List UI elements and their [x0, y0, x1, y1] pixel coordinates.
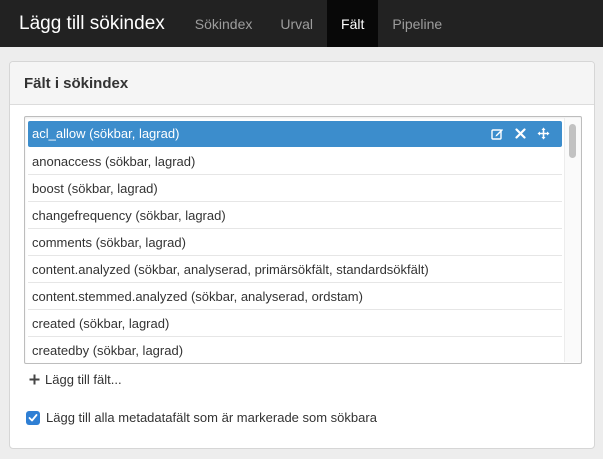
list-item-label: content.stemmed.analyzed (sökbar, analys… — [32, 288, 363, 304]
panel-title: Fält i sökindex — [10, 62, 594, 105]
field-rows: acl_allow (sökbar, lagrad) anonaccess (s… — [28, 121, 562, 363]
list-item-label: anonaccess (sökbar, lagrad) — [32, 153, 196, 169]
tab-pipeline[interactable]: Pipeline — [378, 0, 456, 47]
scrollbar-thumb[interactable] — [569, 124, 576, 158]
metadata-option: Lägg till alla metadatafält som är marke… — [26, 410, 377, 425]
metadata-checkbox-label[interactable]: Lägg till alla metadatafält som är marke… — [46, 410, 377, 425]
tab-falt[interactable]: Fält — [327, 0, 379, 47]
list-item-label: acl_allow (sökbar, lagrad) — [32, 126, 180, 141]
list-item-label: created (sökbar, lagrad) — [32, 315, 170, 331]
list-item[interactable]: createdby (sökbar, lagrad) — [28, 337, 562, 363]
list-item-label: content.analyzed (sökbar, analyserad, pr… — [32, 261, 429, 277]
edit-icon[interactable] — [491, 127, 504, 140]
list-item[interactable]: content.analyzed (sökbar, analyserad, pr… — [28, 256, 562, 283]
list-item[interactable]: created (sökbar, lagrad) — [28, 310, 562, 337]
check-icon — [28, 413, 38, 421]
list-item[interactable]: boost (sökbar, lagrad) — [28, 175, 562, 202]
move-icon[interactable] — [537, 127, 550, 140]
tab-sokindex[interactable]: Sökindex — [183, 0, 267, 47]
add-field-label: Lägg till fält... — [45, 372, 122, 387]
plus-icon — [29, 374, 40, 385]
list-item-label: changefrequency (sökbar, lagrad) — [32, 207, 226, 223]
app-title: Lägg till sökindex — [19, 12, 165, 34]
list-item[interactable]: anonaccess (sökbar, lagrad) — [28, 148, 562, 175]
close-icon[interactable] — [515, 128, 526, 139]
list-item[interactable]: comments (sökbar, lagrad) — [28, 229, 562, 256]
field-list[interactable]: acl_allow (sökbar, lagrad) anonaccess (s… — [24, 116, 582, 364]
metadata-checkbox[interactable] — [26, 410, 40, 425]
navbar: Lägg till sökindex Sökindex Urval Fält P… — [0, 0, 603, 47]
tab-urval[interactable]: Urval — [266, 0, 327, 47]
list-item[interactable]: content.stemmed.analyzed (sökbar, analys… — [28, 283, 562, 310]
add-field-button[interactable]: Lägg till fält... — [29, 372, 122, 387]
list-item-label: comments (sökbar, lagrad) — [32, 234, 186, 250]
list-item-label: boost (sökbar, lagrad) — [32, 180, 158, 196]
list-item-selected[interactable]: acl_allow (sökbar, lagrad) — [28, 121, 562, 147]
list-item-label: createdby (sökbar, lagrad) — [32, 342, 184, 358]
row-actions — [491, 127, 562, 140]
list-scrollbar[interactable] — [564, 118, 580, 362]
fields-panel: Fält i sökindex acl_allow (sökbar, lagra… — [9, 61, 595, 449]
list-item[interactable]: changefrequency (sökbar, lagrad) — [28, 202, 562, 229]
